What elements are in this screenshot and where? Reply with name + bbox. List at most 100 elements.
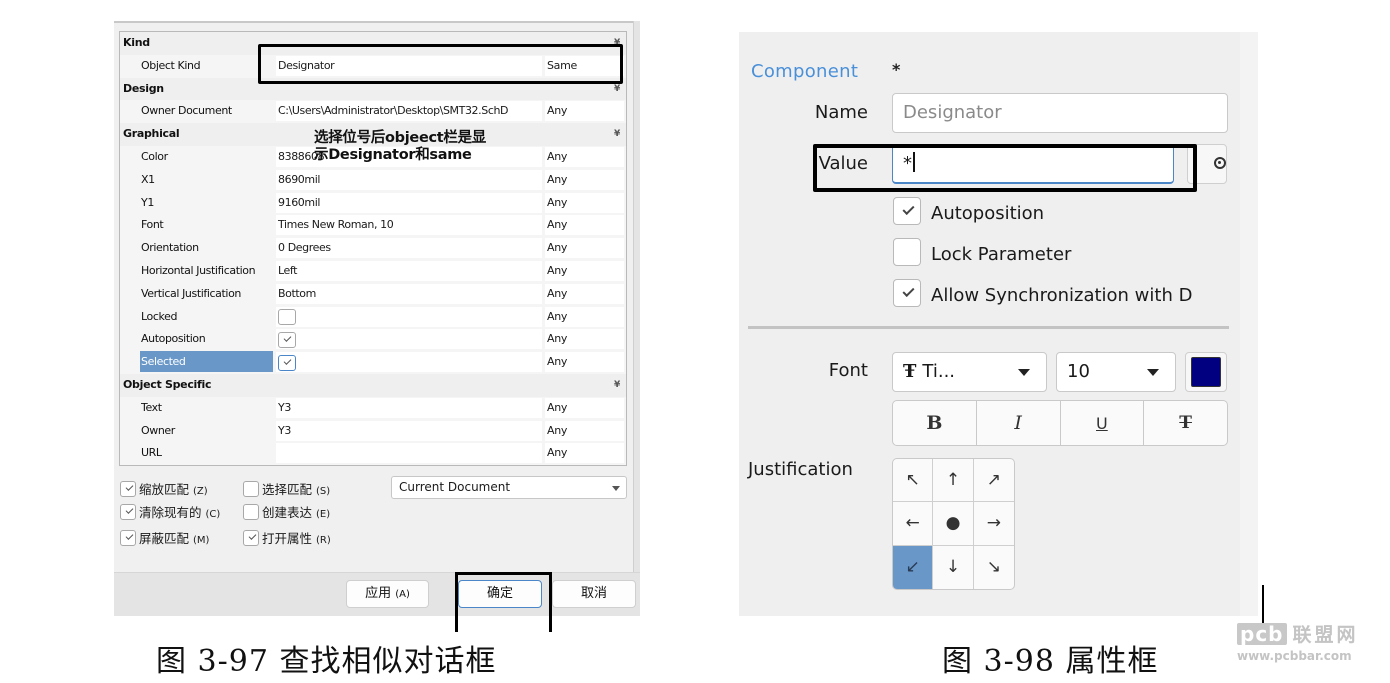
justify-top-left-button[interactable]: ↖ [893, 459, 934, 503]
match-select[interactable]: Any [545, 443, 624, 464]
match-select[interactable]: Any [545, 420, 624, 441]
option-mask-matching[interactable]: 屏蔽匹配 (M) [120, 528, 209, 547]
font-label: Font [828, 360, 868, 381]
checkbox[interactable] [243, 481, 259, 497]
justify-center-button[interactable]: ● [933, 502, 974, 546]
font-size-dropdown[interactable]: 10 [1056, 352, 1176, 392]
match-select[interactable]: Any [545, 397, 624, 418]
property-value[interactable]: 8690mil [276, 169, 542, 190]
property-value[interactable]: Y3 [276, 397, 542, 418]
property-value[interactable]: 9160mil [276, 192, 542, 213]
lock-parameter-option[interactable]: Lock Parameter [893, 238, 1071, 266]
property-value[interactable]: C:\Users\Administrator\Desktop\SMT32.Sch… [276, 101, 542, 122]
justification-grid: ↖ ↑ ↗ ← ● → ↙ ↓ ↘ [892, 458, 1015, 590]
underline-button[interactable]: U [1061, 401, 1145, 445]
name-label: Name [814, 102, 868, 123]
option-create-expression[interactable]: 创建表达 (E) [243, 502, 330, 521]
watermark: pcb 联盟网 www.pcbbar.com [1237, 622, 1359, 663]
property-value[interactable]: Left [276, 261, 542, 281]
match-select[interactable]: Any [545, 283, 624, 304]
dropdown-arrow-icon [1018, 369, 1030, 376]
dialog-scrollbar[interactable] [633, 21, 640, 616]
option-zoom-matching[interactable]: 缩放匹配 (Z) [120, 479, 208, 498]
match-select[interactable]: Any [545, 192, 624, 213]
property-row[interactable]: Autoposition Any [120, 328, 626, 351]
dropdown-arrow-icon [612, 486, 620, 491]
checkbox[interactable] [120, 504, 136, 520]
justify-middle-right-button[interactable]: → [973, 502, 1014, 546]
justify-top-center-button[interactable]: ↑ [933, 459, 974, 503]
autoposition-checkbox[interactable] [278, 331, 296, 348]
match-select[interactable]: Any [545, 238, 624, 259]
truetype-font-icon: Ŧ [903, 361, 917, 382]
match-select[interactable]: Any [545, 215, 624, 236]
property-row[interactable]: Locked Any [120, 306, 626, 329]
annotation-highlight-object-kind [258, 44, 623, 84]
checkbox[interactable] [243, 530, 259, 546]
option-select-matching[interactable]: 选择匹配 (S) [243, 479, 330, 498]
bold-button[interactable]: B [893, 401, 977, 445]
property-row[interactable]: Owner Y3 Any [120, 420, 626, 443]
justify-top-right-button[interactable]: ↗ [973, 459, 1014, 503]
eye-icon [1214, 157, 1226, 169]
match-select[interactable]: Any [545, 147, 624, 167]
lock-parameter-checkbox[interactable] [893, 238, 921, 266]
component-section-label: Component [751, 61, 859, 82]
cancel-button[interactable]: 取消 [552, 580, 636, 608]
justify-middle-left-button[interactable]: ← [893, 502, 934, 546]
match-select[interactable]: Any [545, 169, 624, 190]
property-row[interactable]: URL Any [120, 442, 626, 465]
annotation-text: 选择位号后objeect栏是显 示Designator和same [314, 130, 487, 163]
property-value[interactable] [276, 443, 542, 464]
match-select[interactable]: Any [545, 261, 624, 281]
autoposition-option[interactable]: Autoposition [893, 197, 1044, 225]
match-select[interactable]: Any [545, 101, 624, 122]
annotation-highlight-ok [455, 572, 552, 632]
allow-sync-option[interactable]: Allow Synchronization with D [893, 279, 1192, 307]
property-row[interactable]: Orientation 0 Degrees Any [120, 237, 626, 260]
font-color-swatch [1191, 357, 1221, 387]
strikethrough-button[interactable]: T [1144, 401, 1227, 445]
property-grid: Kind ¥ Object Kind Designator Same Desig… [119, 31, 627, 466]
property-row[interactable]: Vertical Justification Bottom Any [120, 283, 626, 306]
match-select[interactable]: Any [545, 329, 624, 350]
component-value: * [892, 60, 901, 79]
checkbox[interactable] [243, 504, 259, 520]
font-style-toolbar: B I U T [892, 400, 1228, 446]
category-object-specific[interactable]: Object Specific ¥ [120, 374, 626, 397]
property-row[interactable]: X1 8690mil Any [120, 169, 626, 192]
collapse-icon[interactable]: ¥ [614, 123, 620, 145]
italic-button[interactable]: I [977, 401, 1061, 445]
option-clear-existing[interactable]: 清除现有的 (C) [120, 502, 220, 521]
property-row[interactable]: Owner Document C:\Users\Administrator\De… [120, 100, 626, 123]
justify-bottom-right-button[interactable]: ↘ [974, 546, 1014, 589]
match-select[interactable]: Any [545, 306, 624, 327]
property-row[interactable]: Text Y3 Any [120, 397, 626, 420]
checkbox[interactable] [120, 481, 136, 497]
collapse-icon[interactable]: ¥ [614, 374, 620, 396]
allow-sync-checkbox[interactable] [893, 279, 921, 307]
font-family-dropdown[interactable]: Ŧ Ti... [892, 352, 1047, 392]
locked-checkbox[interactable] [278, 309, 296, 326]
property-row[interactable]: Y1 9160mil Any [120, 192, 626, 215]
property-row[interactable]: Font Times New Roman, 10 Any [120, 214, 626, 237]
property-row-selected[interactable]: Selected Any [120, 351, 626, 374]
scope-dropdown[interactable]: Current Document [391, 476, 627, 499]
property-value[interactable]: Times New Roman, 10 [276, 215, 542, 236]
property-value[interactable]: 0 Degrees [276, 238, 542, 259]
option-run-inspector[interactable]: 打开属性 (R) [243, 528, 331, 547]
checkbox[interactable] [120, 530, 136, 546]
panel-scroll-edge [1240, 32, 1258, 616]
name-input[interactable]: Designator [892, 93, 1228, 133]
autoposition-checkbox[interactable] [893, 197, 921, 225]
watermark-logo: pcb [1237, 623, 1287, 645]
justification-label: Justification [748, 459, 853, 480]
apply-button[interactable]: 应用 (A) [346, 580, 429, 608]
selected-checkbox[interactable] [278, 354, 296, 371]
match-select[interactable]: Any [545, 352, 624, 373]
property-row[interactable]: Horizontal Justification Left Any [120, 260, 626, 283]
property-value[interactable]: Bottom [276, 283, 542, 304]
property-value[interactable]: Y3 [276, 420, 542, 441]
justify-bottom-left-button[interactable]: ↙ [893, 545, 934, 589]
justify-bottom-center-button[interactable]: ↓ [933, 545, 974, 589]
